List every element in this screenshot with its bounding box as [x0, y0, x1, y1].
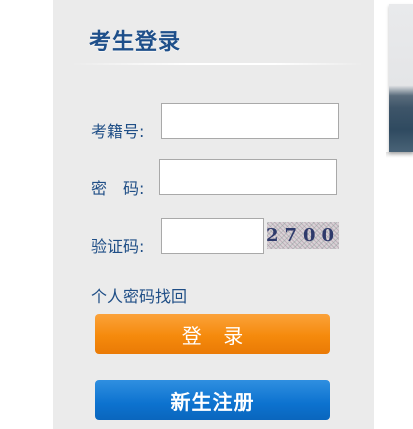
forgot-password-link[interactable]: 个人密码找回: [91, 283, 187, 307]
banner-photo-shadow: [386, 152, 413, 158]
password-label: 密 码:: [91, 179, 145, 198]
register-button[interactable]: 新生注册: [95, 380, 330, 420]
banner-photo: [389, 4, 413, 152]
captcha-label: 验证码:: [91, 237, 145, 256]
username-label: 考籍号:: [91, 122, 145, 141]
login-button[interactable]: 登 录: [95, 314, 330, 354]
username-input[interactable]: [161, 103, 339, 139]
register-button-label: 新生注册: [170, 391, 255, 414]
title-divider: [71, 63, 363, 65]
panel-title: 考生登录: [89, 30, 182, 55]
captcha-image[interactable]: 2700: [265, 222, 341, 249]
captcha-input[interactable]: [161, 218, 264, 254]
password-input[interactable]: [159, 159, 337, 195]
page: 考生登录 考籍号: 密 码: 验证码: 2700 个人密码找回 登 录 新生注册: [0, 0, 413, 429]
login-panel: 考生登录 考籍号: 密 码: 验证码: 2700 个人密码找回 登 录 新生注册: [53, 0, 374, 429]
login-button-label: 登 录: [181, 325, 252, 348]
captcha-code: 2700: [265, 225, 341, 246]
